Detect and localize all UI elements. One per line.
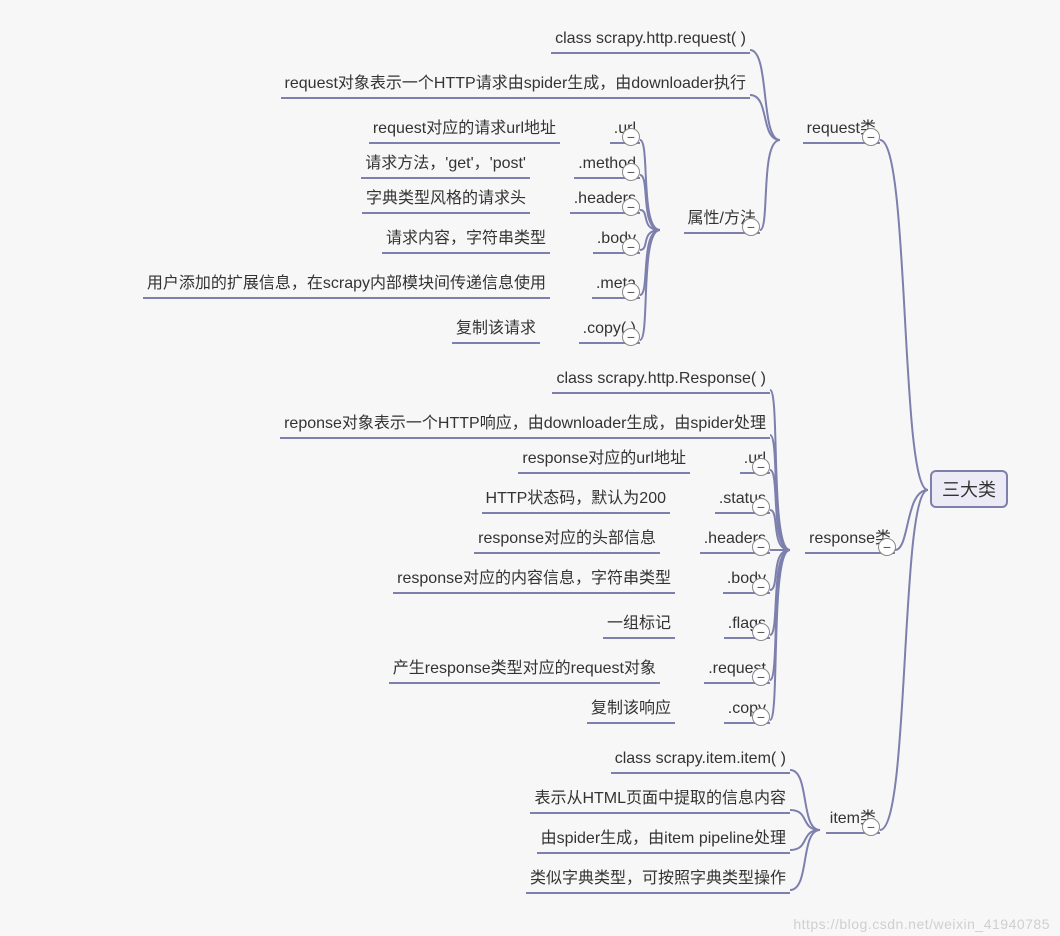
attr-desc: response对应的内容信息，字符串类型 [393,568,675,594]
attr-desc: 复制该响应 [587,698,675,724]
toggle-icon[interactable] [752,498,770,516]
attr-desc: 复制该请求 [452,318,540,344]
toggle-icon[interactable] [622,198,640,216]
toggle-icon[interactable] [622,328,640,346]
toggle-icon[interactable] [622,163,640,181]
attr-desc: 一组标记 [603,613,675,639]
attr-desc: response对应的url地址 [518,448,690,474]
root-node[interactable]: 三大类 [930,470,1008,508]
toggle-icon[interactable] [752,458,770,476]
toggle-icon[interactable] [752,538,770,556]
toggle-icon[interactable] [752,578,770,596]
attr-desc: 请求方法，'get'，'post' [361,153,530,179]
node-response-desc1: class scrapy.http.Response( ) [552,368,770,394]
attr-desc: response对应的头部信息 [474,528,660,554]
item-line: 由spider生成，由item pipeline处理 [537,828,790,854]
watermark-text: https://blog.csdn.net/weixin_41940785 [793,916,1050,932]
toggle-icon[interactable] [622,283,640,301]
toggle-icon[interactable] [862,818,880,836]
mindmap-canvas: 三大类 request类 class scrapy.http.request( … [0,0,1060,936]
toggle-icon[interactable] [752,623,770,641]
node-request-desc1: class scrapy.http.request( ) [551,28,750,54]
toggle-icon[interactable] [862,128,880,146]
toggle-icon[interactable] [878,538,896,556]
toggle-icon[interactable] [752,708,770,726]
attr-desc: 用户添加的扩展信息，在scrapy内部模块间传递信息使用 [143,273,550,299]
item-line: class scrapy.item.item( ) [611,748,790,774]
item-line: 类似字典类型，可按照字典类型操作 [526,868,790,894]
attr-desc: 字典类型风格的请求头 [362,188,530,214]
node-response-desc2: reponse对象表示一个HTTP响应，由downloader生成，由spide… [280,413,770,439]
toggle-icon[interactable] [622,128,640,146]
attr-desc: 请求内容，字符串类型 [382,228,550,254]
toggle-icon[interactable] [752,668,770,686]
attr-desc: request对应的请求url地址 [369,118,560,144]
node-request-desc2: request对象表示一个HTTP请求由spider生成，由downloader… [281,73,750,99]
item-line: 表示从HTML页面中提取的信息内容 [530,788,790,814]
attr-desc: 产生response类型对应的request对象 [389,658,660,684]
toggle-icon[interactable] [742,218,760,236]
toggle-icon[interactable] [622,238,640,256]
attr-desc: HTTP状态码，默认为200 [482,488,670,514]
root-label: 三大类 [942,480,996,500]
